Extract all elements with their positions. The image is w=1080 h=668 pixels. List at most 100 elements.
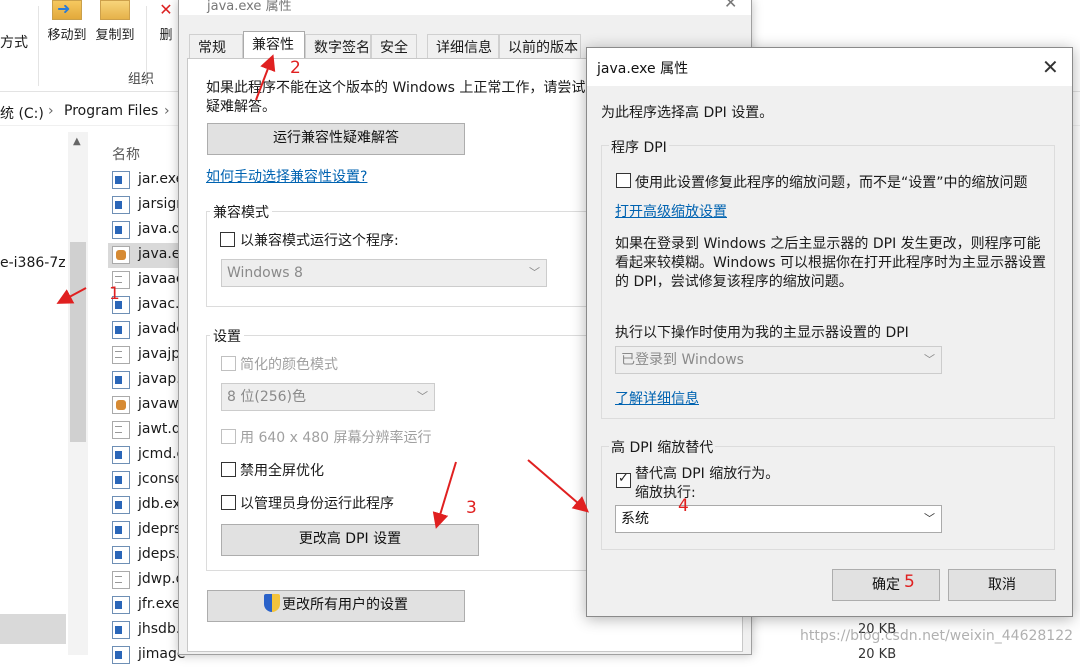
move-to-button[interactable]: 移动到 [44, 0, 90, 43]
exe-file-icon [112, 471, 130, 489]
res-640-checkbox[interactable] [221, 429, 236, 444]
file-row[interactable]: jhsdb.exe [108, 618, 188, 643]
run-as-admin-label: 以管理员身份运行此程序 [240, 496, 394, 512]
file-row[interactable]: jar.exe [108, 168, 188, 193]
cancel-button[interactable]: 取消 [948, 569, 1056, 601]
file-row[interactable]: javac.exe [108, 293, 188, 318]
ribbon-group-label: 组织 [128, 72, 155, 87]
scaling-performed-by-value: 系统 [621, 511, 649, 527]
ok-button[interactable]: 确定 [832, 569, 940, 601]
file-row[interactable]: java.dll [108, 218, 188, 243]
file-row[interactable]: jfr.exe [108, 593, 188, 618]
exe-file-icon [112, 596, 130, 614]
manual-compat-link[interactable]: 如何手动选择兼容性设置? [206, 166, 367, 186]
compat-mode-group-label: 兼容模式 [210, 202, 272, 222]
delete-icon: ✕ [159, 0, 173, 19]
file-row[interactable]: javajpeg [108, 343, 188, 368]
annotation-number: 2 [290, 58, 301, 78]
dpi-explanation-line1: 如果在登录到 Windows 之后主显示器的 DPI 发生更改，则程序可能 [615, 236, 1041, 252]
run-as-admin-checkbox[interactable] [221, 495, 236, 510]
override-scaling-label: 替代高 DPI 缩放行为。 [635, 466, 780, 482]
exe-file-icon [112, 521, 130, 539]
move-to-label: 移动到 [47, 28, 87, 43]
scrollbar-thumb[interactable] [70, 242, 86, 442]
file-row[interactable]: jdb.exe [108, 493, 188, 518]
dpi-explanation-line3: 的 DPI，尝试修复该程序的缩放问题。 [615, 274, 853, 290]
document-file-icon [112, 346, 130, 364]
exe-file-icon [112, 446, 130, 464]
dpi-when-select[interactable]: 已登录到 Windows ﹀ [615, 346, 942, 374]
nav-item[interactable]: e-i386-7z [0, 255, 66, 271]
program-dpi-checkbox[interactable] [616, 173, 631, 188]
file-row[interactable]: javadoc [108, 318, 188, 343]
color-mode-select[interactable]: 8 位(256)色 ﹀ [221, 383, 435, 411]
dialog-title: java.exe 属性 [597, 61, 689, 77]
breadcrumb-folder[interactable]: Program Files [64, 103, 158, 119]
run-troubleshooter-button[interactable]: 运行兼容性疑难解答 [207, 123, 465, 155]
tab-digital-signatures[interactable]: 数字签名 [305, 34, 371, 58]
tab-compatibility[interactable]: 兼容性 [243, 31, 305, 59]
exe-file-icon [112, 321, 130, 339]
exe-file-icon [112, 221, 130, 239]
compat-mode-label: 以兼容模式运行这个程序: [240, 233, 399, 249]
file-row[interactable]: jconsole [108, 468, 188, 493]
exe-file-icon [112, 196, 130, 214]
uac-shield-icon [264, 594, 280, 612]
ribbon-divider [38, 6, 39, 86]
change-all-users-button[interactable]: 更改所有用户的设置 [207, 590, 465, 622]
delete-label: 删 [159, 28, 173, 43]
compat-mode-checkbox[interactable] [220, 232, 235, 247]
tab-previous-versions[interactable]: 以前的版本 [499, 34, 581, 58]
file-row[interactable]: java.exe [108, 243, 188, 268]
ribbon-partial-label: 方式 [0, 35, 28, 51]
advanced-scaling-link[interactable]: 打开高级缩放设置 [615, 201, 727, 221]
override-scaling-checkbox[interactable] [616, 471, 631, 488]
dpi-when-value: 已登录到 Windows [621, 352, 744, 368]
nav-selected-item[interactable] [0, 614, 66, 644]
file-row[interactable]: jdeprscan [108, 518, 188, 543]
file-row[interactable]: javaaccess [108, 268, 188, 293]
settings-group-label: 设置 [210, 326, 244, 346]
intro-text: 如果此程序不能在这个版本的 Windows 上正常工作，请尝试 [206, 80, 586, 96]
breadcrumb-separator: › [164, 103, 170, 119]
tab-general[interactable]: 常规 [189, 34, 243, 58]
res-640-label: 用 640 x 480 屏幕分辨率运行 [240, 430, 432, 446]
annotation-number: 5 [904, 572, 915, 592]
file-row[interactable]: jarsigner [108, 193, 188, 218]
scaling-performed-by-select[interactable]: 系统 ﹀ [615, 505, 942, 533]
breadcrumb-drive[interactable]: 统 (C:) [0, 103, 44, 123]
file-row[interactable]: jdwp.dll [108, 568, 188, 593]
disable-fullscreen-checkbox[interactable] [221, 462, 236, 477]
nav-scrollbar[interactable]: ▲ [68, 132, 88, 655]
file-row[interactable]: javap.exe [108, 368, 188, 393]
file-row[interactable]: javaw.exe [108, 393, 188, 418]
document-file-icon [112, 571, 130, 589]
change-all-users-label: 更改所有用户的设置 [282, 597, 408, 613]
reduced-color-checkbox[interactable] [221, 356, 236, 371]
close-icon[interactable]: ✕ [1042, 55, 1059, 79]
delete-button[interactable]: ✕ 删 [154, 0, 178, 43]
exe-file-icon [112, 371, 130, 389]
tab-details[interactable]: 详细信息 [427, 34, 499, 58]
change-high-dpi-button[interactable]: 更改高 DPI 设置 [221, 524, 479, 556]
tab-security[interactable]: 安全 [371, 34, 417, 58]
chevron-down-icon: ﹀ [924, 353, 935, 366]
learn-more-link[interactable]: 了解详细信息 [615, 388, 699, 408]
file-row[interactable]: jcmd.exe [108, 443, 188, 468]
file-row[interactable]: jawt.dll [108, 418, 188, 443]
exe-file-icon [112, 646, 130, 664]
column-header-name[interactable]: 名称 [112, 144, 140, 164]
java-file-icon [112, 396, 130, 414]
move-folder-icon [52, 0, 82, 20]
file-row[interactable]: jdeps.exe [108, 543, 188, 568]
file-row[interactable]: jimage [108, 643, 188, 668]
breadcrumb-separator: › [48, 103, 54, 119]
copy-to-button[interactable]: 复制到 [92, 0, 138, 43]
close-icon[interactable]: ✕ [724, 0, 737, 12]
file-name: jfr.exe [138, 596, 181, 612]
compat-os-select[interactable]: Windows 8 ﹀ [221, 259, 547, 287]
chevron-down-icon: ﹀ [924, 512, 935, 525]
program-dpi-group-label: 程序 DPI [609, 137, 669, 157]
java-file-icon [112, 246, 130, 264]
scroll-up-icon[interactable]: ▲ [73, 136, 81, 147]
